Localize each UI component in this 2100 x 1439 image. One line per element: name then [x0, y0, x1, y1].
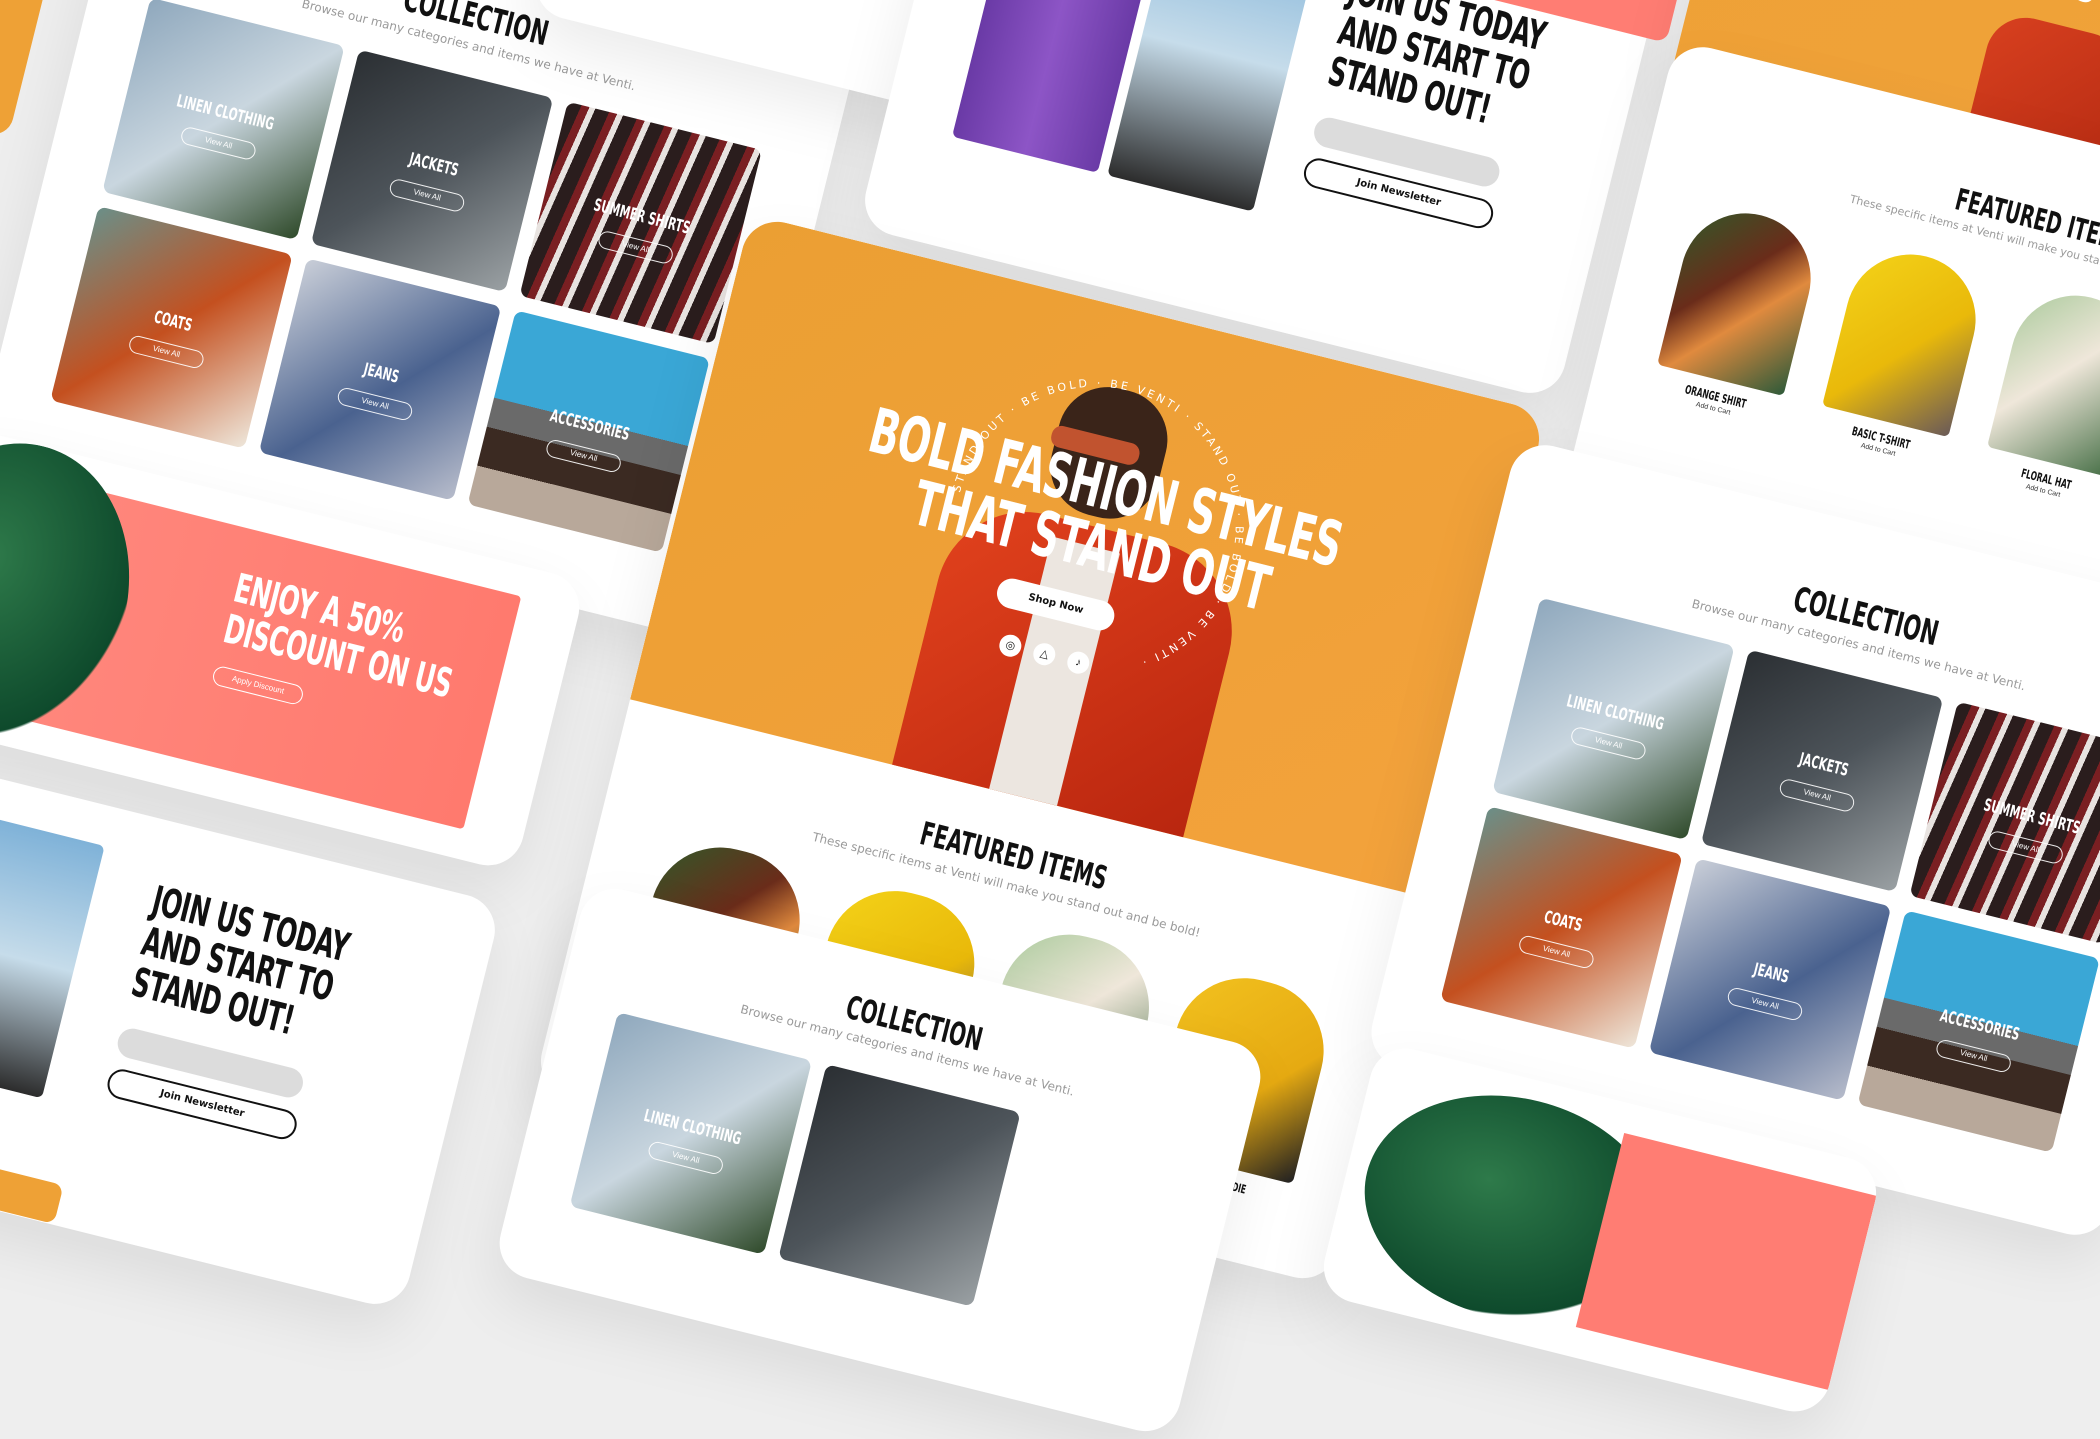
view-all-button[interactable]: View All	[596, 229, 675, 266]
view-all-button[interactable]: View All	[1777, 777, 1857, 814]
newsletter-image-sky	[1107, 0, 1323, 212]
view-all-button[interactable]: View All	[646, 1140, 725, 1176]
category-label: ACCESSORIES	[548, 406, 633, 446]
join-newsletter-label: Join Newsletter	[1355, 177, 1442, 209]
view-all-button[interactable]: View All	[1517, 934, 1596, 970]
view-all-button[interactable]: View All	[387, 177, 467, 214]
category-tile-summer-shirts[interactable]: SUMMER SHIRTS View All	[1909, 701, 2100, 945]
featured-item-image	[1987, 281, 2100, 479]
category-label: JEANS	[361, 359, 402, 388]
view-all-button[interactable]: View All	[1986, 829, 2065, 866]
category-tile-linen[interactable]: LINEN CLOTHING View All	[102, 0, 345, 241]
category-tile-linen[interactable]: LINEN CLOTHING View All	[1492, 597, 1735, 841]
featured-item-image	[1657, 199, 1825, 397]
category-tile-jackets[interactable]	[778, 1064, 1021, 1307]
palm-leaf-decoration	[0, 427, 160, 767]
view-all-button[interactable]: View All	[127, 334, 206, 370]
category-tile-accessories[interactable]: ACCESSORIES View All	[1857, 910, 2100, 1153]
view-all-button[interactable]: View All	[1725, 986, 1805, 1022]
discount-banner-partial	[1575, 1132, 1877, 1390]
category-label: COATS	[1541, 907, 1585, 937]
category-tile-coats[interactable]: COATS View All	[1440, 806, 1683, 1049]
shop-now-label: Shop Now	[1027, 591, 1085, 617]
apply-discount-button[interactable]: Apply Discount	[210, 664, 306, 707]
category-tile-coats[interactable]: COATS View All	[50, 206, 293, 449]
category-label: COATS	[151, 307, 195, 337]
view-all-button[interactable]: View All	[335, 386, 415, 422]
category-tile-jeans[interactable]: JEANS View All	[1648, 858, 1892, 1101]
view-all-button[interactable]: View All	[1569, 725, 1648, 762]
category-tile-accessories[interactable]: ACCESSORIES View All	[467, 310, 710, 553]
category-tile-jackets[interactable]: JACKETS View All	[1700, 649, 1944, 893]
category-label: JACKETS	[1796, 749, 1851, 781]
join-newsletter-label: Join Newsletter	[158, 1087, 246, 1120]
add-to-cart-link[interactable]: Add to Cart	[692, 0, 868, 17]
category-tile-summer-shirts[interactable]: SUMMER SHIRTS View All	[519, 101, 762, 345]
apply-discount-label: Apply Discount	[231, 674, 286, 696]
featured-item-image	[1822, 240, 1990, 438]
view-all-button[interactable]: View All	[179, 125, 258, 162]
hero-sliver-left	[0, 0, 50, 139]
category-tile-jeans[interactable]: JEANS View All	[258, 258, 502, 501]
category-label: JACKETS	[406, 149, 461, 181]
newsletter-image-sky	[0, 816, 105, 1099]
category-label: JEANS	[1751, 959, 1792, 988]
view-all-button[interactable]: View All	[1934, 1038, 2013, 1074]
mockup-stage: COLLECTION Browse our many categories an…	[0, 0, 2100, 1439]
category-tile-jackets[interactable]: JACKETS View All	[310, 49, 554, 293]
view-all-button[interactable]: View All	[544, 438, 623, 474]
category-tile-linen[interactable]: LINEN CLOTHING View All	[569, 1012, 813, 1255]
category-label: ACCESSORIES	[1938, 1006, 2023, 1046]
